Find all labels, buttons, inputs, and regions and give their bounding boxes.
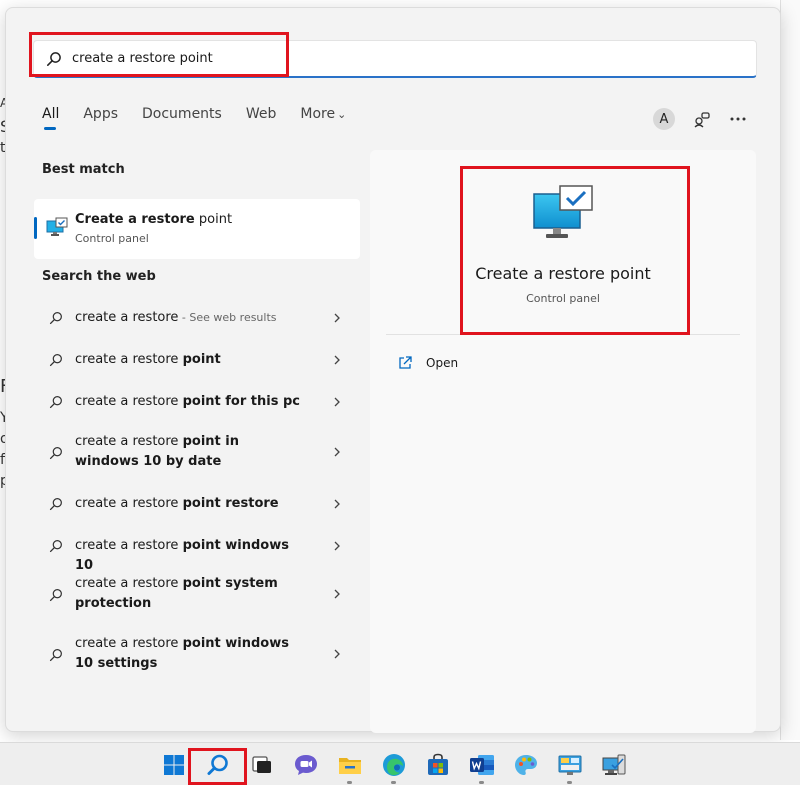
search-icon xyxy=(49,498,62,511)
query-part: create a restore xyxy=(75,636,183,651)
web-result-item[interactable]: create a restore - See web results xyxy=(34,296,360,338)
microsoft-store-icon[interactable] xyxy=(424,751,452,779)
highlight-box xyxy=(188,748,247,785)
highlight-box xyxy=(29,32,289,77)
suggestion-part: point restore xyxy=(182,496,279,511)
task-view-icon[interactable] xyxy=(248,751,276,779)
tab-label: All xyxy=(42,106,60,122)
tab-label: Apps xyxy=(83,106,119,122)
suggestion-part: point for this pc xyxy=(182,394,300,409)
chevron-right-icon xyxy=(334,447,340,457)
share-accounts-icon[interactable] xyxy=(692,109,712,129)
query-part: create a restore xyxy=(75,538,183,553)
chevron-right-icon xyxy=(334,589,340,599)
highlight-box xyxy=(460,166,690,335)
query-part: create a restore xyxy=(75,434,183,449)
open-label: Open xyxy=(426,356,459,370)
web-result-item[interactable]: create a restore point in windows 10 by … xyxy=(34,422,360,482)
best-match-subtitle: Control panel xyxy=(75,232,149,245)
chevron-right-icon xyxy=(334,649,340,659)
web-result-text: create a restore - See web results xyxy=(75,308,305,328)
web-results-list: create a restore - See web results creat… xyxy=(34,296,360,686)
web-result-item[interactable]: create a restore point xyxy=(34,338,360,380)
chevron-right-icon xyxy=(334,499,340,509)
web-result-item[interactable]: create a restore point windows 10 xyxy=(34,524,360,573)
chevron-down-icon: ⌄ xyxy=(337,108,347,121)
query-part: create a restore xyxy=(75,352,183,367)
web-result-text: create a restore point windows 10 settin… xyxy=(75,634,305,674)
search-icon xyxy=(49,589,62,602)
query-part: create a restore xyxy=(75,576,183,591)
file-explorer-icon[interactable] xyxy=(336,751,364,779)
web-result-text: create a restore point for this pc xyxy=(75,392,305,412)
control-panel-icon[interactable] xyxy=(556,751,584,779)
web-result-text: create a restore point xyxy=(75,350,305,370)
web-result-text: create a restore point restore xyxy=(75,494,305,514)
chat-icon[interactable] xyxy=(292,751,320,779)
restore-point-icon xyxy=(46,217,68,241)
query-part: create a restore xyxy=(75,496,183,511)
tab-apps[interactable]: Apps xyxy=(83,106,118,130)
search-icon xyxy=(49,312,62,325)
web-section-label: Search the web xyxy=(42,269,156,284)
tab-web[interactable]: Web xyxy=(246,106,277,130)
word-icon[interactable] xyxy=(468,751,496,779)
search-icon xyxy=(49,447,62,460)
title-bold-part: Create a restore xyxy=(75,212,195,227)
web-result-item[interactable]: create a restore point windows 10 settin… xyxy=(34,626,360,686)
more-options-icon[interactable] xyxy=(728,109,748,129)
chevron-right-icon xyxy=(334,313,340,323)
tab-label: More xyxy=(300,106,336,122)
query-part: create a restore xyxy=(75,394,183,409)
tab-label: Web xyxy=(245,106,277,122)
search-icon xyxy=(49,540,62,553)
web-result-item[interactable]: create a restore point restore xyxy=(34,482,360,524)
running-indicator xyxy=(347,781,352,784)
chevron-right-icon xyxy=(334,397,340,407)
running-indicator xyxy=(391,781,396,784)
search-icon xyxy=(49,649,62,662)
open-external-icon xyxy=(399,356,412,369)
open-button[interactable]: Open xyxy=(398,356,458,370)
tab-label: Documents xyxy=(142,106,222,122)
best-match-label: Best match xyxy=(42,162,125,177)
tab-documents[interactable]: Documents xyxy=(142,106,222,130)
search-tabs: All Apps Documents Web More ⌄ xyxy=(42,106,346,130)
web-result-text: create a restore point system protection xyxy=(75,574,305,614)
account-avatar[interactable]: A xyxy=(653,108,675,130)
chevron-right-icon xyxy=(334,355,340,365)
taskbar xyxy=(0,742,800,785)
web-result-text: create a restore point in windows 10 by … xyxy=(75,432,305,472)
web-result-item[interactable]: create a restore point for this pc xyxy=(34,380,360,422)
search-flyout: All Apps Documents Web More⌄ A Best matc… xyxy=(5,7,781,733)
web-result-item[interactable]: create a restore point system protection xyxy=(34,566,360,626)
edge-browser-icon[interactable] xyxy=(380,751,408,779)
suggestion-part: point xyxy=(182,352,221,367)
chevron-right-icon xyxy=(334,541,340,551)
selection-indicator xyxy=(34,217,37,239)
best-match-title: Create a restore point xyxy=(75,212,232,227)
tab-all[interactable]: All xyxy=(42,106,59,130)
search-icon xyxy=(49,396,62,409)
paint-icon[interactable] xyxy=(512,751,540,779)
web-results-hint: - See web results xyxy=(178,311,277,324)
windows-start-icon[interactable] xyxy=(160,751,188,779)
tab-more[interactable]: More ⌄ xyxy=(300,106,346,130)
system-properties-icon[interactable] xyxy=(600,751,628,779)
title-rest-part: point xyxy=(194,212,233,227)
query-part: create a restore xyxy=(75,310,179,325)
search-icon xyxy=(49,354,62,367)
background-scrollbar xyxy=(780,0,800,740)
running-indicator xyxy=(479,781,484,784)
best-match-result[interactable]: Create a restore point Control panel xyxy=(34,199,360,259)
running-indicator xyxy=(567,781,572,784)
